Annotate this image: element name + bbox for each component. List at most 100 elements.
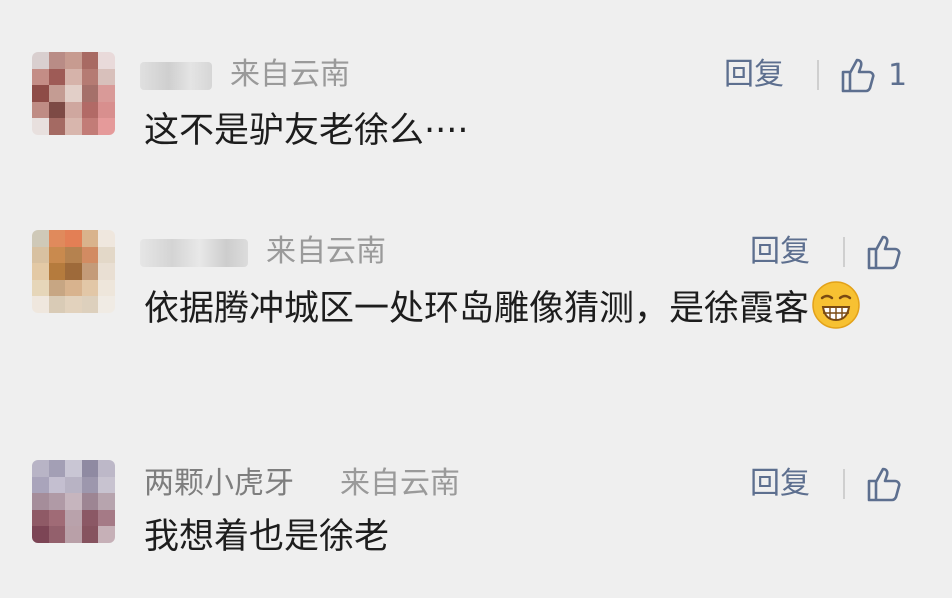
avatar[interactable]: [32, 460, 115, 543]
avatar-pixel: [81, 101, 99, 119]
avatar-pixel: [81, 476, 99, 494]
avatar-pixel: [48, 460, 66, 477]
avatar-pixel: [98, 279, 115, 297]
avatar-pixel: [32, 246, 49, 264]
thumbs-up-icon: [867, 235, 901, 270]
avatar-pixel: [81, 493, 99, 510]
thumbs-up-icon: [867, 467, 901, 502]
comment-text: 依据腾冲城区一处环岛雕像猜测，是徐霞客: [144, 280, 904, 338]
avatar-pixel: [65, 509, 82, 527]
avatar-pixel: [81, 460, 99, 477]
reply-button[interactable]: 回复: [750, 464, 810, 504]
avatar-pixel: [65, 246, 82, 264]
avatar-pixel: [32, 493, 49, 510]
avatar-pixel: [65, 52, 82, 69]
avatar[interactable]: [32, 52, 115, 135]
avatar-pixel: [65, 68, 82, 86]
comment-item: 来自云南 这不是驴友老徐么···· 回复 1: [0, 0, 952, 200]
avatar-pixel: [65, 118, 82, 135]
avatar-pixel: [65, 85, 82, 102]
avatar-pixel: [98, 296, 115, 313]
avatar-pixel: [48, 101, 66, 119]
blurred-name: [140, 61, 212, 90]
avatar-pixel: [32, 52, 49, 69]
avatar-pixel: [32, 101, 49, 119]
avatar-pixel: [65, 493, 82, 510]
avatar-pixel: [65, 460, 82, 477]
avatar-pixel: [48, 509, 66, 527]
divider: [817, 60, 819, 90]
avatar-pixel: [32, 263, 49, 280]
blurred-name: [140, 238, 248, 267]
avatar-pixel: [65, 101, 82, 119]
avatar-pixel: [81, 296, 99, 313]
avatar-pixel: [48, 246, 66, 264]
avatar-pixel: [98, 476, 115, 494]
avatar-pixel: [48, 263, 66, 280]
avatar-pixel: [98, 52, 115, 69]
like-button[interactable]: [864, 232, 914, 272]
avatar-pixel: [48, 476, 66, 494]
avatar-pixel: [65, 230, 82, 247]
avatar-pixel: [32, 118, 49, 135]
avatar-pixel: [98, 460, 115, 477]
avatar-pixel: [32, 68, 49, 86]
avatar-pixel: [65, 526, 82, 543]
reply-button[interactable]: 回复: [724, 55, 784, 95]
avatar-pixel: [32, 460, 49, 477]
avatar-pixel: [81, 118, 99, 135]
comment-item: 两颗小虎牙 来自云南 我想着也是徐老 回复: [0, 440, 952, 598]
avatar-pixel: [32, 279, 49, 297]
avatar-pixel: [32, 296, 49, 313]
avatar-pixel: [48, 52, 66, 69]
divider: [843, 237, 845, 267]
avatar-pixel: [48, 296, 66, 313]
avatar-pixel: [32, 85, 49, 102]
reply-button[interactable]: 回复: [750, 232, 810, 272]
commenter-name[interactable]: 两颗小虎牙: [144, 464, 294, 504]
avatar-pixel: [98, 230, 115, 247]
avatar-pixel: [65, 279, 82, 297]
avatar-pixel: [48, 230, 66, 247]
avatar-pixel: [65, 476, 82, 494]
avatar-pixel: [32, 509, 49, 527]
avatar-pixel: [98, 509, 115, 527]
avatar-pixel: [98, 526, 115, 543]
like-button[interactable]: [864, 464, 914, 504]
avatar-pixel: [98, 493, 115, 510]
location-label: 来自云南: [266, 234, 386, 269]
avatar-pixel: [32, 476, 49, 494]
commenter-name[interactable]: [140, 55, 212, 95]
avatar-pixel: [81, 246, 99, 264]
avatar-pixel: [48, 85, 66, 102]
comment-text: 我想着也是徐老: [144, 517, 390, 557]
avatar-pixel: [81, 85, 99, 102]
avatar-pixel: [48, 279, 66, 297]
location-label: 来自云南: [340, 466, 460, 501]
commenter-name[interactable]: [140, 232, 248, 272]
avatar-pixel: [98, 263, 115, 280]
avatar-pixel: [98, 101, 115, 119]
avatar-pixel: [81, 509, 99, 527]
avatar-pixel: [81, 52, 99, 69]
divider: [843, 469, 845, 499]
thumbs-up-icon: [841, 58, 875, 93]
like-count: 1: [888, 57, 908, 93]
grinning-emoji-icon: [811, 280, 861, 330]
avatar[interactable]: [32, 230, 115, 313]
avatar-pixel: [81, 230, 99, 247]
avatar-pixel: [32, 526, 49, 543]
avatar-pixel: [98, 246, 115, 264]
avatar-pixel: [81, 526, 99, 543]
location-label: 来自云南: [230, 57, 350, 92]
avatar-pixel: [98, 68, 115, 86]
avatar-pixel: [81, 279, 99, 297]
avatar-pixel: [48, 118, 66, 135]
avatar-pixel: [98, 118, 115, 135]
avatar-pixel: [65, 296, 82, 313]
comment-item: 来自云南 依据腾冲城区一处环岛雕像猜测，是徐霞客 回复: [0, 200, 952, 440]
like-button[interactable]: 1: [838, 55, 907, 95]
avatar-pixel: [81, 263, 99, 280]
avatar-pixel: [98, 85, 115, 102]
avatar-pixel: [65, 263, 82, 280]
